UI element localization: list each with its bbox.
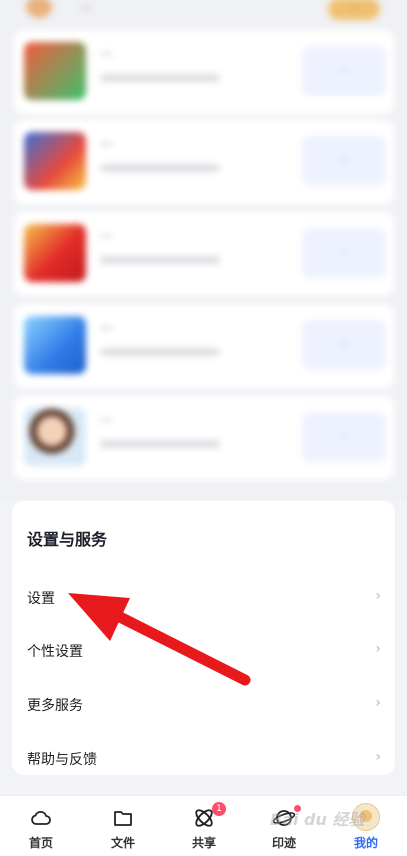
section-title: 设置与服务 [27, 530, 108, 549]
member-text: ··· [80, 2, 93, 17]
promo-card[interactable]: ··· ··· [14, 120, 394, 204]
tab-label: 首页 [28, 836, 53, 850]
promo-button[interactable]: ··· [302, 412, 386, 462]
tab-label: 印迹 [271, 836, 296, 850]
promo-card[interactable]: ··· ··· [14, 304, 394, 388]
member-avatar [26, 0, 52, 18]
tab-footprint[interactable]: 印迹 [254, 796, 314, 856]
settings-service-card: 设置与服务 设置 › 个性设置 › 更多服务 › 帮助与反馈 › [12, 501, 395, 775]
promo-button[interactable]: ··· [302, 228, 386, 278]
avatar-icon [352, 803, 380, 831]
settings-item-label: 帮助与反馈 [27, 752, 97, 768]
settings-item-label: 设置 [27, 591, 55, 607]
promo-button[interactable]: ··· [302, 320, 386, 370]
promo-image [24, 42, 86, 100]
cloud-icon [31, 810, 51, 825]
notification-dot [294, 805, 301, 812]
promo-title: ··· [100, 48, 113, 63]
notification-badge: 1 [212, 802, 226, 816]
promo-title: ··· [100, 322, 113, 337]
tab-files[interactable]: 文件 [93, 796, 153, 856]
member-badge[interactable]: ··· [328, 0, 380, 20]
promo-title: ··· [100, 414, 113, 429]
settings-item-personalization[interactable]: 个性设置 › [12, 629, 395, 673]
promo-area: ··· ··· ··· ··· ··· ··· ··· ··· ··· ··· [0, 0, 407, 500]
tab-mine[interactable]: 我的 [336, 796, 396, 856]
tab-home[interactable]: 首页 [11, 796, 71, 856]
promo-image [24, 316, 86, 374]
promo-button[interactable]: ··· [302, 136, 386, 186]
settings-item-label: 更多服务 [27, 698, 83, 714]
promo-subtitle [100, 164, 220, 172]
settings-item-help-feedback[interactable]: 帮助与反馈 › [12, 737, 395, 781]
chevron-right-icon: › [375, 641, 381, 657]
promo-card[interactable]: ··· ··· [14, 212, 394, 296]
tab-share[interactable]: 1 共享 [174, 796, 234, 856]
planet-icon [272, 810, 296, 826]
tab-label: 文件 [110, 836, 135, 850]
folder-icon [114, 811, 132, 826]
chevron-right-icon: › [375, 695, 381, 711]
promo-subtitle [100, 440, 220, 448]
chevron-right-icon: › [375, 749, 381, 765]
promo-subtitle [100, 348, 220, 356]
promo-image [24, 408, 86, 466]
promo-image [24, 132, 86, 190]
tab-label: 我的 [353, 836, 378, 850]
promo-button[interactable]: ··· [302, 46, 386, 96]
promo-title: ··· [100, 138, 113, 153]
member-row[interactable]: ··· ··· [14, 0, 394, 26]
tab-label: 共享 [191, 836, 216, 850]
settings-item-settings[interactable]: 设置 › [12, 576, 395, 620]
settings-item-more-services[interactable]: 更多服务 › [12, 683, 395, 727]
promo-image [24, 224, 86, 282]
promo-blur-layer: ··· ··· ··· ··· ··· ··· ··· ··· ··· ··· [0, 0, 407, 500]
bottom-tab-bar: 首页 文件 1 共享 印迹 我的 [0, 795, 407, 856]
promo-subtitle [100, 256, 220, 264]
promo-card[interactable]: ··· ··· [14, 30, 394, 114]
promo-title: ··· [100, 230, 113, 245]
chevron-right-icon: › [375, 588, 381, 604]
settings-item-label: 个性设置 [27, 644, 83, 660]
promo-subtitle [100, 74, 220, 82]
promo-card[interactable]: ··· ··· [14, 396, 394, 480]
